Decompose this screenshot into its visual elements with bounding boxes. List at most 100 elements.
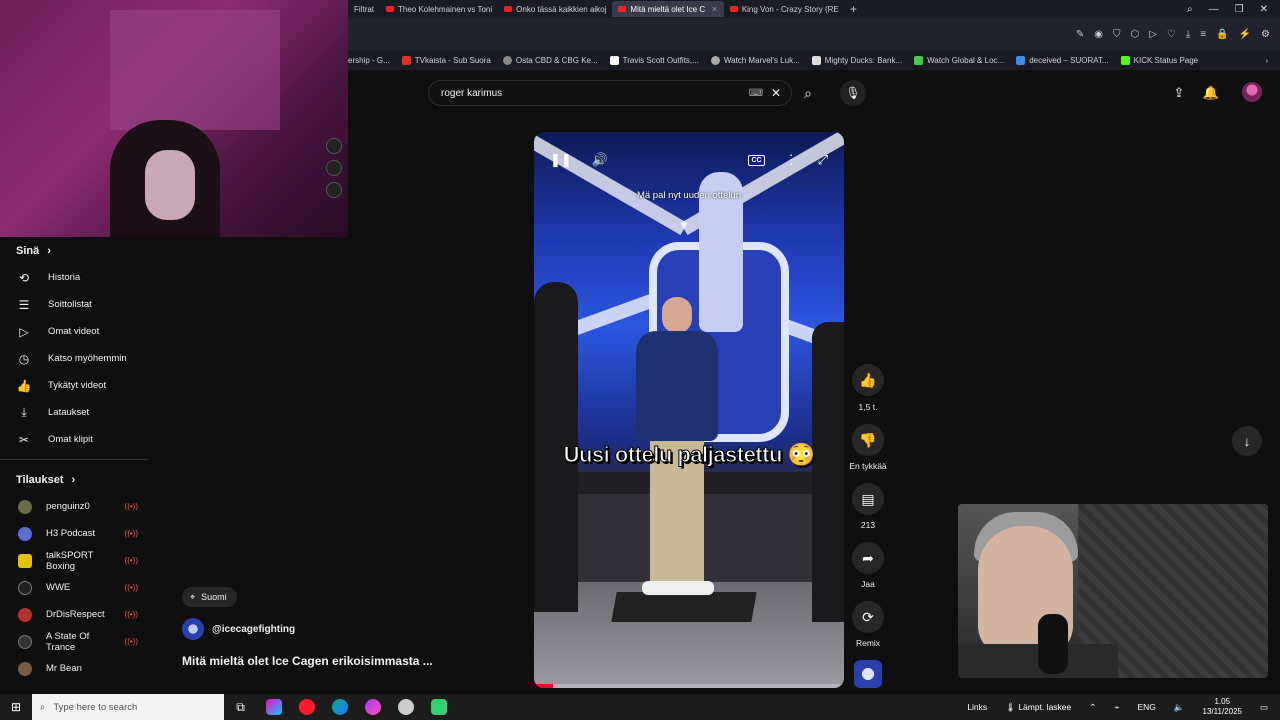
start-button[interactable]: ⊞: [0, 694, 32, 720]
bookmark-item[interactable]: Travis Scott Outfits,...: [609, 55, 699, 65]
bookmark-item[interactable]: ership - G...: [348, 56, 390, 65]
close-window-icon[interactable]: ✕: [1260, 4, 1268, 15]
channel-info[interactable]: @icecagefighting: [182, 618, 295, 640]
bookmark-item[interactable]: TVkaista - Sub Suora: [401, 55, 491, 65]
taskbar-app-messenger[interactable]: [356, 694, 389, 720]
browser-tab[interactable]: Theo Kolehmainen vs Toni: [380, 1, 498, 17]
chevron-right-icon[interactable]: ›: [1265, 56, 1280, 65]
subscription-item[interactable]: H3 Podcast ((•)): [0, 520, 160, 547]
share-button[interactable]: ➦: [852, 542, 884, 574]
subscription-item[interactable]: DrDisRespect ((•)): [0, 601, 160, 628]
subscription-item[interactable]: penguinz0 ((•)): [0, 493, 160, 520]
channel-name[interactable]: @icecagefighting: [212, 624, 295, 635]
video-title[interactable]: Mitä mieltä olet Ice Cagen erikoisimmast…: [182, 654, 433, 668]
camera-icon[interactable]: ◉: [1094, 29, 1103, 40]
search-button[interactable]: ⌕: [794, 80, 822, 106]
dislike-label: En tykkää: [849, 461, 887, 471]
volume-icon[interactable]: 🔈: [1174, 702, 1185, 713]
location-chip[interactable]: ⌖ Suomi: [182, 587, 237, 607]
sound-thumbnail[interactable]: [854, 660, 882, 688]
account-avatar[interactable]: [1242, 82, 1262, 102]
extension-icon[interactable]: ⚡: [1239, 29, 1251, 40]
taskbar-app[interactable]: [389, 694, 422, 720]
network-icon[interactable]: ⌁: [1114, 702, 1119, 713]
settings-icon[interactable]: ⚙: [1261, 29, 1270, 40]
sidebar-item-downloads[interactable]: ⤓ Lataukset: [0, 399, 160, 426]
shorts-video-player[interactable]: ❚❚ 🔊 CC ⋮ ⤢ Mä pal nyt uuden ottelun Uus…: [534, 132, 844, 688]
sidebar-item-playlists[interactable]: ☰ Soittolistat: [0, 291, 160, 318]
sidebar-item-history[interactable]: ⟲ Historia: [0, 264, 160, 291]
links-toolbar[interactable]: Links: [967, 702, 987, 712]
remix-button[interactable]: ⟳: [852, 601, 884, 633]
close-tab-icon[interactable]: ✕: [711, 5, 718, 14]
keyboard-icon[interactable]: ⌨: [749, 88, 763, 99]
voice-search-button[interactable]: 🎙: [840, 80, 866, 106]
new-tab-icon[interactable]: +: [850, 2, 857, 16]
task-view-button[interactable]: ⧉: [224, 694, 257, 720]
minimize-icon[interactable]: —: [1209, 4, 1219, 15]
liked-icon: 👍: [16, 378, 32, 393]
video-person-right: [812, 322, 844, 622]
fullscreen-icon[interactable]: ⤢: [818, 152, 828, 168]
comments-button[interactable]: ▤: [852, 483, 884, 515]
clock[interactable]: 1.05 13/11/2025: [1203, 697, 1242, 717]
video-progress-bar[interactable]: [534, 684, 844, 688]
bookmark-item[interactable]: KICK Status Page: [1120, 55, 1198, 65]
bookmark-item[interactable]: deceived – SUORAT...: [1016, 55, 1109, 65]
subscription-item[interactable]: WWE ((•)): [0, 574, 160, 601]
scissors-icon: ✂: [18, 432, 30, 447]
play-icon[interactable]: ▷: [1149, 29, 1157, 40]
create-button[interactable]: ⇪: [1168, 82, 1190, 104]
browser-tab[interactable]: King Von - Crazy Story (RE: [724, 1, 844, 17]
windows-taskbar: ⊞ ⌕ Type here to search ⧉ Links 🌡 Lämpt.…: [0, 694, 1280, 720]
browser-tab-active[interactable]: Mitä mieltä olet Ice C ✕: [612, 1, 724, 17]
sidebar-heading-label: Tilaukset: [16, 473, 64, 486]
download-icon[interactable]: ⤓: [1186, 29, 1190, 40]
more-options-icon[interactable]: ⋮: [785, 152, 798, 168]
browser-tab[interactable]: Filtrat: [348, 1, 380, 17]
bookmark-item[interactable]: Osta CBD & CBG Ke...: [502, 55, 598, 65]
dislike-button[interactable]: 👎: [852, 424, 884, 456]
edit-icon[interactable]: ✎: [1076, 29, 1084, 40]
search-input[interactable]: [441, 87, 741, 99]
taskbar-app[interactable]: [422, 694, 455, 720]
taskbar-app[interactable]: [257, 694, 290, 720]
subscription-item[interactable]: Mr Bean: [0, 655, 160, 682]
clear-search-icon[interactable]: ✕: [771, 86, 781, 100]
taskbar-app-edge[interactable]: [323, 694, 356, 720]
sidebar-item-my-videos[interactable]: ▷ Omat videot: [0, 318, 160, 345]
subscription-item[interactable]: A State Of Trance ((•)): [0, 628, 160, 655]
bookmark-item[interactable]: Watch Global & Loc...: [914, 55, 1004, 65]
bookmark-favicon: [914, 55, 924, 65]
pause-icon[interactable]: ❚❚: [550, 152, 572, 168]
volume-icon[interactable]: 🔊: [592, 152, 608, 168]
lock-icon[interactable]: 🔒: [1216, 29, 1228, 40]
heart-icon[interactable]: ♡: [1167, 29, 1176, 40]
arrow-down-icon: ↓: [1243, 433, 1251, 449]
restore-icon[interactable]: ❐: [1235, 4, 1244, 15]
taskbar-app-opera[interactable]: [290, 694, 323, 720]
shield-icon[interactable]: ⛉: [1113, 29, 1121, 40]
sidebar-item-watch-later[interactable]: ◷ Katso myöhemmin: [0, 345, 160, 372]
sidebar-you-heading[interactable]: Sinä ›: [0, 237, 160, 264]
captions-icon[interactable]: CC: [748, 154, 765, 166]
notification-icon[interactable]: ▭: [1260, 702, 1268, 713]
next-video-button[interactable]: ↓: [1232, 426, 1262, 456]
subscription-item[interactable]: talkSPORT Boxing ((•)): [0, 547, 160, 574]
menu-icon[interactable]: ≡: [1200, 29, 1206, 40]
bookmark-item[interactable]: Watch Marvel's Luk...: [710, 55, 800, 65]
like-button[interactable]: 👍: [852, 364, 884, 396]
channel-avatar[interactable]: [182, 618, 204, 640]
taskbar-search[interactable]: ⌕ Type here to search: [32, 694, 224, 720]
browser-tab[interactable]: Onko tässä kaikkien aikoj: [498, 1, 612, 17]
weather-widget[interactable]: 🌡 Lämpt. laskee: [1005, 702, 1071, 713]
search-tabs-icon[interactable]: ⌕: [1187, 4, 1193, 15]
sidebar-subscriptions-heading[interactable]: Tilaukset ›: [0, 466, 160, 493]
notifications-button[interactable]: 🔔: [1200, 82, 1222, 104]
chevron-up-icon[interactable]: ⌃: [1089, 702, 1096, 713]
cube-icon[interactable]: ⬡: [1130, 29, 1139, 40]
language-indicator[interactable]: ENG: [1138, 702, 1156, 712]
sidebar-item-liked[interactable]: 👍 Tykätyt videot: [0, 372, 160, 399]
sidebar-item-clips[interactable]: ✂ Omat klipit: [0, 426, 160, 453]
bookmark-item[interactable]: Mighty Ducks: Bank...: [811, 55, 902, 65]
